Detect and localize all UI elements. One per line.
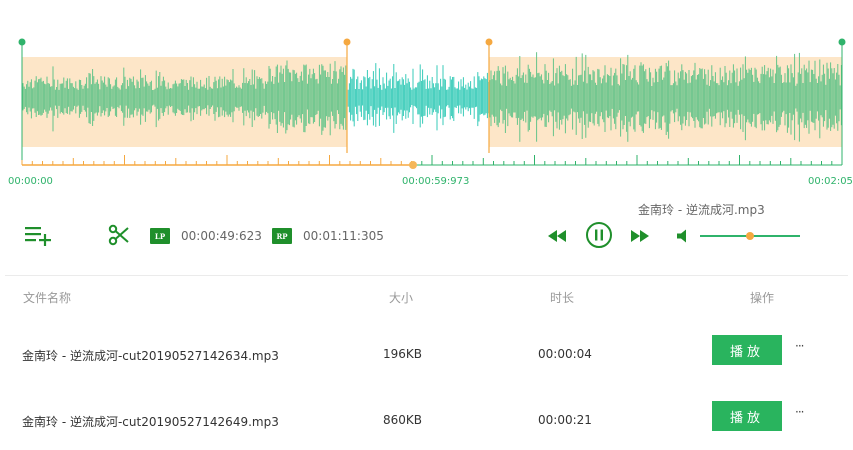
header-duration: 时长 [550,291,575,305]
left-point-badge[interactable]: LP [150,228,170,244]
fast-forward-icon [631,230,649,242]
volume-slider-knob[interactable] [746,232,754,240]
speaker-icon [677,229,686,243]
table-row: 金南玲 - 逆流成河-cut20190527142649.mp3 860KB 0… [0,387,853,450]
header-size: 大小 [389,291,414,305]
header-filename: 文件名称 [23,291,72,305]
timeline-end-time: 00:02:05 [808,176,853,187]
file-duration: 00:00:21 [538,413,592,427]
header-actions: 操作 [750,291,775,305]
add-to-list-button[interactable] [22,222,54,248]
right-point-time: 00:01:11:305 [303,229,384,243]
timeline-start-time: 00:00:00 [8,176,53,187]
left-point-time: 00:00:49:623 [181,229,262,243]
fast-forward-button[interactable] [629,227,651,245]
timeline-current-time: 00:00:59:973 [402,176,470,187]
file-name: 金南玲 - 逆流成河-cut20190527142634.mp3 [22,349,279,363]
rewind-icon [548,230,566,242]
rewind-button[interactable] [546,227,568,245]
cut-button[interactable] [106,222,132,248]
play-button[interactable]: 播放 [712,401,782,431]
playhead-marker[interactable] [409,161,417,169]
table-row: 金南玲 - 逆流成河-cut20190527142634.mp3 196KB 0… [0,321,853,387]
pause-button[interactable] [584,220,614,250]
file-name: 金南玲 - 逆流成河-cut20190527142649.mp3 [22,415,279,429]
control-bar: LP 00:00:49:623 RP 00:01:11:305 金南玲 - 逆流… [0,200,853,272]
timeline-ticks [21,155,843,165]
volume-slider[interactable] [700,232,800,240]
play-button[interactable]: 播放 [712,335,782,365]
more-options-button[interactable]: ··· [795,339,805,353]
file-size: 860KB [383,413,423,427]
file-size: 196KB [383,347,423,361]
waveform-canvas[interactable] [0,0,853,195]
more-options-button[interactable]: ··· [795,405,805,419]
scissors-icon [108,224,129,246]
playlist-add-icon [25,227,51,246]
volume-button[interactable] [674,227,692,245]
right-point-badge[interactable]: RP [272,228,292,244]
file-duration: 00:00:04 [538,347,592,361]
divider [5,275,848,276]
now-playing-title: 金南玲 - 逆流成河.mp3 [638,203,765,217]
waveform-editor[interactable]: 00:00:00 00:00:59:973 00:02:05 [0,0,853,195]
pause-icon [586,222,612,248]
